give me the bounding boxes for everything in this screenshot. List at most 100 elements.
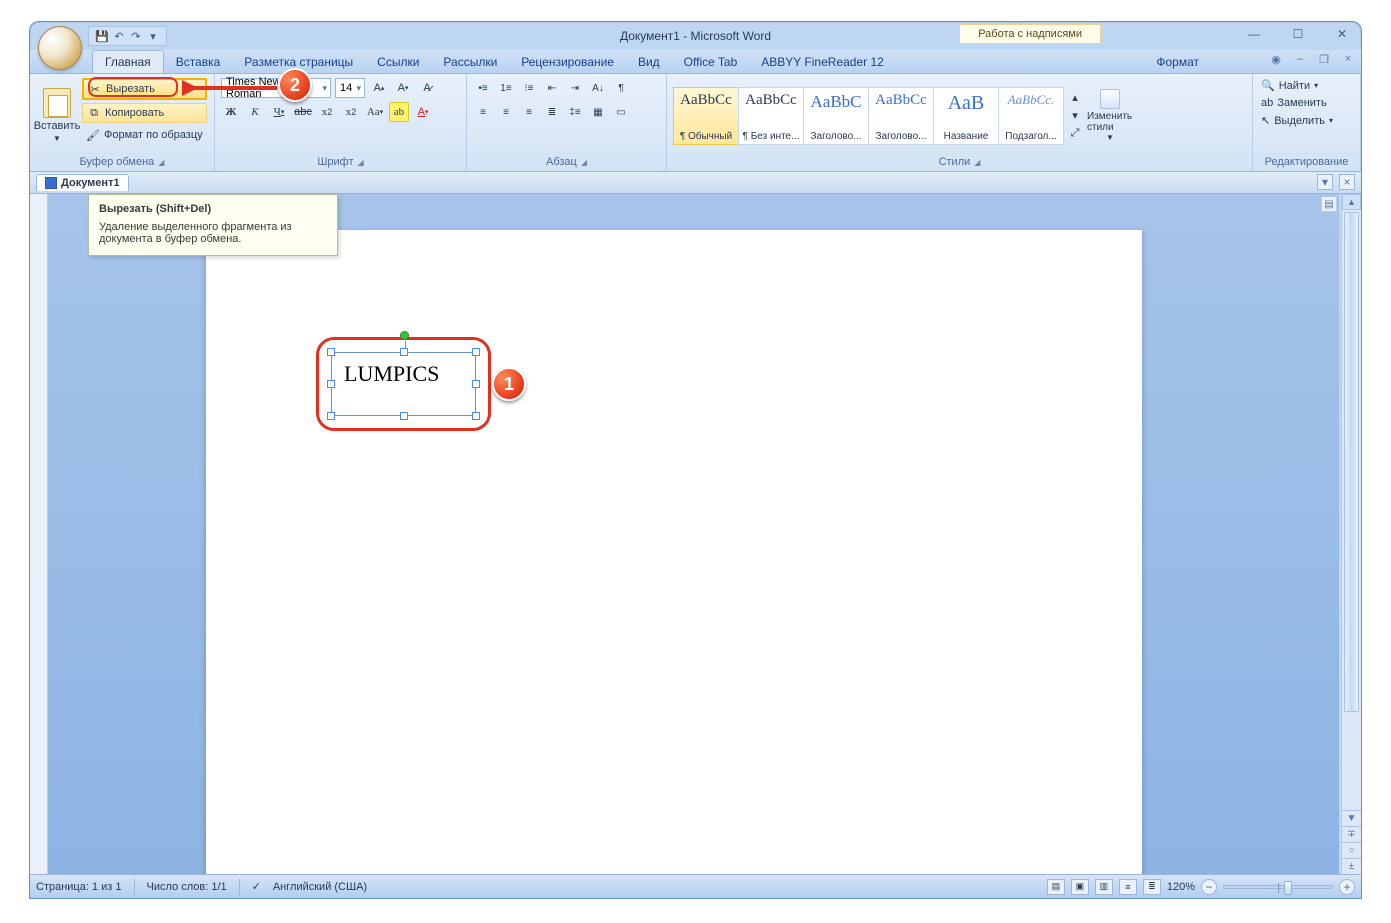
change-case-button[interactable]: Aa▾ [365, 102, 385, 122]
prev-page-button[interactable]: ∓ [1342, 826, 1361, 842]
resize-handle-b[interactable] [400, 412, 408, 420]
scroll-thumb[interactable] [1344, 212, 1359, 712]
styles-up-button[interactable]: ▴ [1065, 89, 1085, 107]
mdi-close-icon[interactable]: × [1341, 53, 1355, 66]
textbox-shape[interactable]: LUMPICS [331, 352, 476, 416]
style-subtitle[interactable]: AaBbCc.Подзагол... [998, 87, 1064, 145]
align-left-button[interactable]: ≡ [473, 102, 493, 122]
zoom-slider[interactable] [1223, 885, 1333, 889]
mdi-minimize-icon[interactable]: – [1293, 53, 1307, 66]
line-spacing-button[interactable]: ‡≡ [565, 102, 585, 122]
view-print-layout[interactable]: ▤ [1047, 879, 1065, 895]
inc-indent-button[interactable]: ⇥ [565, 78, 585, 98]
replace-button[interactable]: abЗаменить [1259, 96, 1354, 110]
tab-list-button[interactable]: ▾ [1317, 174, 1333, 190]
show-marks-button[interactable]: ¶ [611, 78, 631, 98]
vertical-ruler[interactable] [30, 194, 48, 874]
help-icon[interactable]: ◉ [1269, 53, 1283, 66]
rotate-handle[interactable] [400, 331, 409, 340]
style-heading1[interactable]: AaBbCЗаголово... [803, 87, 869, 145]
dec-indent-button[interactable]: ⇤ [542, 78, 562, 98]
tab-office[interactable]: Office Tab [672, 51, 750, 73]
styles-down-button[interactable]: ▾ [1065, 107, 1085, 125]
zoom-in-button[interactable]: + [1339, 879, 1355, 895]
status-words[interactable]: Число слов: 1/1 [147, 881, 227, 893]
grow-font-button[interactable]: A▴ [369, 78, 389, 98]
superscript-button[interactable]: x2 [341, 102, 361, 122]
font-dialog-launcher[interactable]: ◢ [358, 158, 364, 167]
resize-handle-l[interactable] [327, 380, 335, 388]
align-right-button[interactable]: ≡ [519, 102, 539, 122]
maximize-button[interactable]: ☐ [1285, 24, 1311, 44]
clear-formatting-button[interactable]: A̷ [417, 78, 437, 98]
style-normal[interactable]: AaBbCc¶ Обычный [673, 87, 739, 145]
tab-abbyy[interactable]: ABBYY FineReader 12 [749, 51, 896, 73]
find-button[interactable]: 🔍Найти▾ [1259, 78, 1354, 93]
zoom-out-button[interactable]: − [1201, 879, 1217, 895]
resize-handle-bl[interactable] [327, 412, 335, 420]
status-language[interactable]: Английский (США) [273, 881, 367, 893]
page[interactable] [206, 230, 1142, 874]
tab-view[interactable]: Вид [626, 51, 672, 73]
scroll-up-button[interactable]: ▲ [1342, 194, 1361, 210]
tab-review[interactable]: Рецензирование [509, 51, 626, 73]
ruler-toggle-button[interactable]: ▤ [1321, 196, 1337, 212]
tab-references[interactable]: Ссылки [365, 51, 431, 73]
font-size-combo[interactable]: 14 [335, 78, 365, 98]
subscript-button[interactable]: x2 [317, 102, 337, 122]
minimize-button[interactable]: — [1241, 24, 1267, 44]
tab-mailings[interactable]: Рассылки [431, 51, 509, 73]
tab-close-button[interactable]: × [1339, 174, 1355, 190]
style-title[interactable]: АаВНазвание [933, 87, 999, 145]
underline-button[interactable]: Ч▾ [269, 102, 289, 122]
numbering-button[interactable]: 1≡ [496, 78, 516, 98]
mdi-restore-icon[interactable]: ❐ [1317, 53, 1331, 66]
copy-button[interactable]: ⧉ Копировать [82, 103, 207, 123]
view-full-screen[interactable]: ▣ [1071, 879, 1089, 895]
resize-handle-tr[interactable] [472, 348, 480, 356]
zoom-thumb[interactable] [1284, 881, 1292, 895]
format-painter-button[interactable]: 🖌 Формат по образцу [82, 126, 207, 144]
close-button[interactable]: ✕ [1329, 24, 1355, 44]
align-center-button[interactable]: ≡ [496, 102, 516, 122]
highlight-button[interactable]: ab [389, 102, 409, 122]
scroll-down-button[interactable]: ▼ [1342, 810, 1361, 826]
styles-dialog-launcher[interactable]: ◢ [974, 158, 980, 167]
resize-handle-br[interactable] [472, 412, 480, 420]
sort-button[interactable]: A↓ [588, 78, 608, 98]
zoom-level[interactable]: 120% [1167, 881, 1195, 893]
view-web-layout[interactable]: ▥ [1095, 879, 1113, 895]
justify-button[interactable]: ≣ [542, 102, 562, 122]
document-tab[interactable]: Документ1 [36, 174, 129, 191]
view-outline[interactable]: ≡ [1119, 879, 1137, 895]
change-styles-button[interactable]: Изменить стили ▼ [1087, 89, 1133, 142]
view-draft[interactable]: ≣ [1143, 879, 1161, 895]
style-heading2[interactable]: AaBbCcЗаголово... [868, 87, 934, 145]
multilevel-button[interactable]: ⁝≡ [519, 78, 539, 98]
textbox-text[interactable]: LUMPICS [332, 353, 475, 395]
style-no-spacing[interactable]: AaBbCc¶ Без инте... [738, 87, 804, 145]
shrink-font-button[interactable]: A▾ [393, 78, 413, 98]
select-button[interactable]: ↖Выделить▾ [1259, 113, 1354, 128]
tab-home[interactable]: Главная [92, 50, 164, 73]
clipboard-dialog-launcher[interactable]: ◢ [158, 158, 164, 167]
resize-handle-r[interactable] [472, 380, 480, 388]
next-page-button[interactable]: ± [1342, 858, 1361, 874]
vertical-scrollbar[interactable]: ▲ ▼ ∓ ○ ± [1341, 194, 1361, 874]
bullets-button[interactable]: •≡ [473, 78, 493, 98]
tab-format[interactable]: Формат [1144, 51, 1211, 73]
font-color-button[interactable]: A▾ [413, 102, 433, 122]
spellcheck-icon[interactable]: ✓ [252, 880, 261, 893]
shading-button[interactable]: ▦ [588, 102, 608, 122]
paragraph-dialog-launcher[interactable]: ◢ [581, 158, 587, 167]
resize-handle-tl[interactable] [327, 348, 335, 356]
bold-button[interactable]: Ж [221, 102, 241, 122]
resize-handle-t[interactable] [400, 348, 408, 356]
status-page[interactable]: Страница: 1 из 1 [36, 881, 122, 893]
tab-insert[interactable]: Вставка [164, 51, 233, 73]
italic-button[interactable]: К [245, 102, 265, 122]
strike-button[interactable]: abc [293, 102, 313, 122]
styles-more-button[interactable]: ⤢ [1065, 125, 1085, 143]
browse-object-button[interactable]: ○ [1342, 842, 1361, 858]
borders-button[interactable]: ▭ [611, 102, 631, 122]
